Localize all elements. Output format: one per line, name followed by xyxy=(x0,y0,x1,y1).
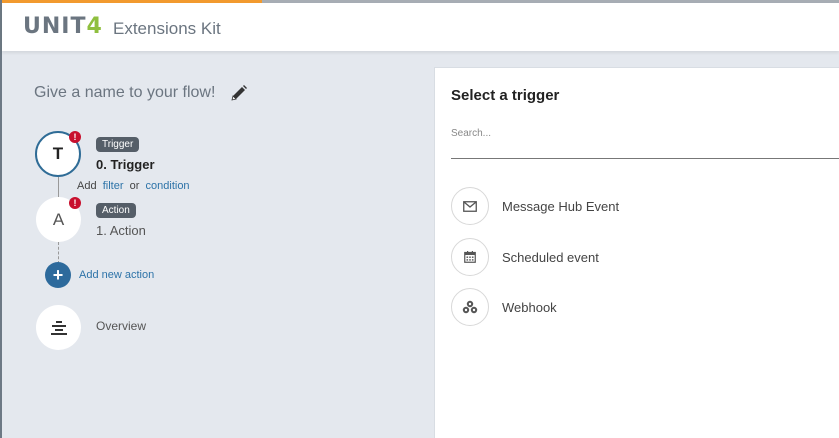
search-input[interactable] xyxy=(451,122,839,159)
action-error-badge: ! xyxy=(69,197,81,209)
overview-label[interactable]: Overview xyxy=(96,319,146,333)
app-name: Extensions Kit xyxy=(113,19,221,38)
add-action-button[interactable]: + xyxy=(45,262,71,288)
overview-icon xyxy=(50,320,67,335)
pencil-icon[interactable] xyxy=(230,84,248,102)
app-header: UNIT4 Extensions Kit xyxy=(2,3,839,51)
left-edge-line xyxy=(0,0,2,438)
add-filter-condition-row: Add filter or condition xyxy=(77,180,190,192)
add-new-action-link[interactable]: Add new action xyxy=(79,269,154,281)
action-tag: Action xyxy=(96,203,136,218)
action-step-title[interactable]: 1. Action xyxy=(96,223,146,238)
trigger-error-badge: ! xyxy=(69,131,81,143)
trigger-option-message-hub[interactable]: Message Hub Event xyxy=(451,187,831,227)
trigger-option-label: Message Hub Event xyxy=(502,199,620,214)
trigger-selection-panel: Select a trigger Message Hub Event Sched… xyxy=(434,67,839,438)
panel-title: Select a trigger xyxy=(451,87,560,104)
trigger-option-scheduled[interactable]: Scheduled event xyxy=(451,238,831,278)
flow-connector-dashed xyxy=(58,242,59,264)
envelope-icon xyxy=(451,187,489,225)
trigger-tag: Trigger xyxy=(96,137,140,152)
unit4-logo[interactable]: UNIT4 xyxy=(23,14,103,39)
trigger-option-webhook[interactable]: Webhook xyxy=(451,288,831,328)
webhook-icon xyxy=(451,288,489,326)
overview-node[interactable] xyxy=(36,305,81,350)
flow-connector xyxy=(58,177,59,197)
condition-link[interactable]: condition xyxy=(146,180,190,192)
trigger-option-label: Scheduled event xyxy=(502,250,599,265)
trigger-step-title[interactable]: 0. Trigger xyxy=(96,157,155,172)
calendar-icon xyxy=(451,238,489,276)
flow-name-title[interactable]: Give a name to your flow! xyxy=(34,84,215,102)
trigger-option-label: Webhook xyxy=(502,300,557,315)
filter-link[interactable]: filter xyxy=(103,180,124,192)
